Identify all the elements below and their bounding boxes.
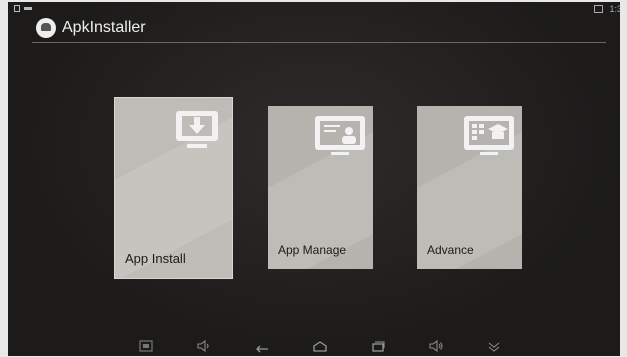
volume-up-icon[interactable] [428, 339, 444, 353]
manage-icon [315, 116, 365, 155]
app-manage-tile[interactable]: App Manage [268, 106, 373, 269]
advance-tile[interactable]: Advance [417, 106, 522, 269]
advance-label: Advance [427, 243, 474, 257]
hide-bar-icon[interactable] [486, 339, 502, 353]
app-install-label: App Install [125, 251, 186, 266]
screenshot-icon[interactable] [138, 339, 154, 353]
navigation-bar [8, 334, 620, 356]
recents-icon[interactable] [370, 339, 386, 353]
notification-icons [14, 5, 32, 12]
status-time: 1:3 [609, 4, 620, 14]
app-install-tile[interactable]: App Install [114, 97, 233, 279]
volume-down-icon[interactable] [196, 339, 212, 353]
app-logo-icon[interactable] [36, 18, 56, 38]
back-icon[interactable] [254, 339, 270, 353]
android-screen: 1:3 ApkInstaller App Install App Manage [8, 2, 620, 356]
notification-icon [14, 5, 20, 12]
network-icon [594, 5, 604, 13]
advance-icon [464, 116, 514, 155]
app-bar: ApkInstaller [8, 14, 620, 44]
app-manage-label: App Manage [278, 243, 347, 257]
home-icon[interactable] [312, 339, 328, 353]
install-icon [176, 111, 218, 148]
key-icon [24, 7, 32, 10]
header-divider [32, 42, 606, 43]
app-title: ApkInstaller [62, 19, 146, 36]
system-tray: 1:3 [594, 4, 620, 14]
